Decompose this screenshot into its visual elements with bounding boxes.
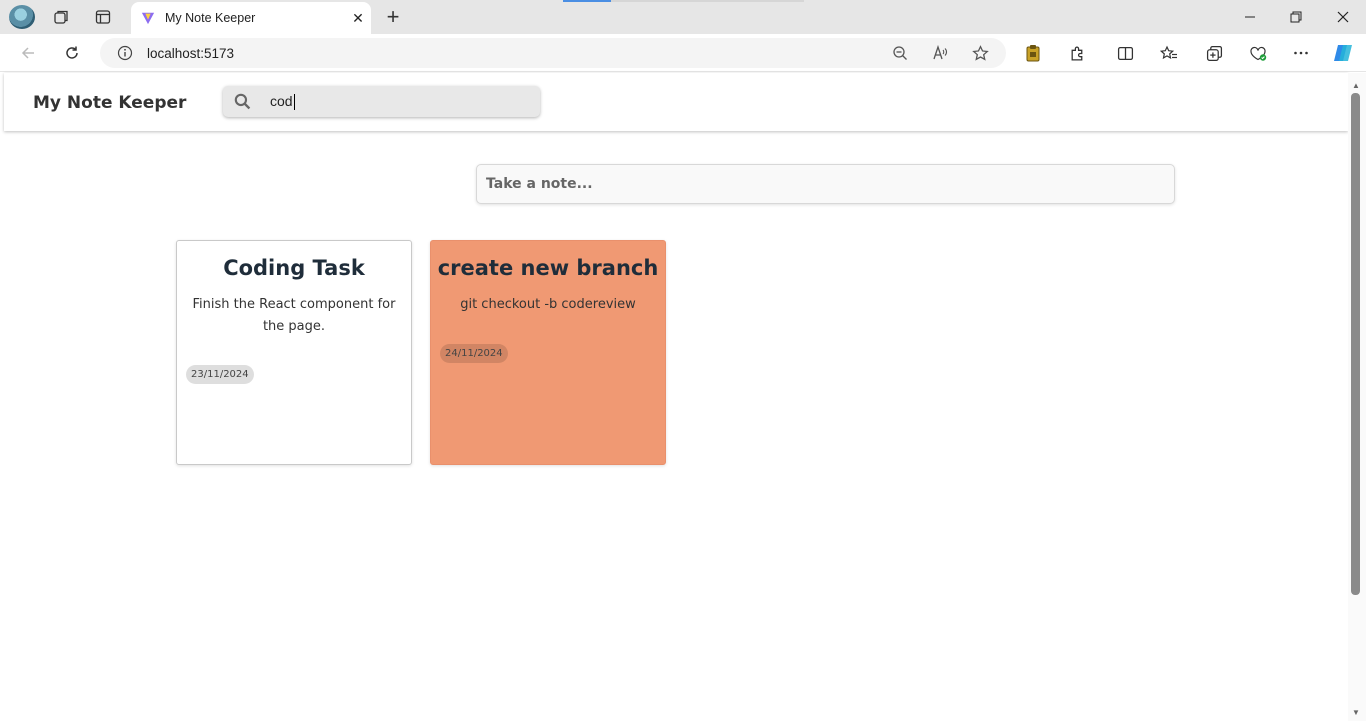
note-body: git checkout -b codereview — [460, 297, 636, 312]
minimize-icon[interactable] — [1227, 0, 1273, 34]
search-icon — [232, 92, 252, 112]
browser-tab-active[interactable]: My Note Keeper ✕ — [131, 2, 371, 34]
favorites-icon[interactable] — [1155, 39, 1183, 67]
read-aloud-icon[interactable] — [926, 39, 954, 67]
url-text[interactable]: localhost:5173 — [147, 46, 886, 61]
scroll-thumb[interactable] — [1351, 93, 1360, 595]
page-scrollbar[interactable]: ▲ ▼ — [1348, 73, 1366, 721]
tab-loading-indicator — [563, 0, 611, 2]
new-tab-icon[interactable]: + — [380, 4, 406, 29]
browser-tab-bar: My Note Keeper ✕ + — [0, 0, 1366, 34]
more-menu-icon[interactable] — [1287, 39, 1315, 67]
refresh-icon[interactable] — [58, 39, 86, 67]
profile-avatar[interactable] — [9, 5, 35, 29]
site-info-icon[interactable] — [116, 44, 134, 62]
tab-actions-icon[interactable] — [90, 5, 116, 29]
zoom-out-icon[interactable] — [886, 39, 914, 67]
workspaces-icon[interactable] — [48, 5, 74, 29]
extensions-icon[interactable] — [1063, 39, 1091, 67]
note-date-badge: 23/11/2024 — [186, 365, 254, 384]
text-caret — [293, 94, 295, 111]
tab-loading-track — [611, 0, 804, 2]
note-body: Finish the React component for the page. — [192, 297, 396, 334]
browser-essentials-icon[interactable] — [1244, 39, 1272, 67]
vite-favicon-icon — [141, 12, 155, 25]
take-note-placeholder: Take a note... — [486, 176, 593, 192]
take-note-input[interactable]: Take a note... — [476, 164, 1175, 204]
back-icon[interactable] — [14, 39, 42, 67]
copilot-icon[interactable] — [1329, 39, 1357, 67]
tab-title: My Note Keeper — [165, 11, 256, 25]
note-title: create new branch — [437, 256, 659, 280]
page-viewport: My Note Keeper cod Take a note... Coding… — [4, 73, 1348, 721]
scroll-down-icon[interactable]: ▼ — [1351, 707, 1361, 717]
close-window-icon[interactable] — [1320, 0, 1366, 34]
address-bar[interactable]: localhost:5173 — [100, 38, 1006, 68]
favorite-star-icon[interactable] — [966, 39, 994, 67]
scroll-up-icon[interactable]: ▲ — [1351, 80, 1361, 90]
note-title: Coding Task — [223, 256, 365, 280]
collections-icon[interactable] — [1200, 39, 1228, 67]
search-value: cod — [270, 92, 293, 109]
tab-close-icon[interactable]: ✕ — [345, 5, 371, 31]
note-date-badge: 24/11/2024 — [440, 344, 508, 363]
restore-icon[interactable] — [1273, 0, 1319, 34]
clipboard-extension-icon[interactable] — [1019, 39, 1047, 67]
search-input[interactable]: cod — [270, 92, 510, 111]
browser-toolbar: localhost:5173 — [0, 34, 1366, 72]
note-card[interactable]: create new branch git checkout -b codere… — [430, 240, 666, 465]
app-title: My Note Keeper — [33, 93, 187, 113]
app-header: My Note Keeper cod — [4, 73, 1348, 131]
search-box[interactable]: cod — [223, 86, 540, 117]
note-card[interactable]: Coding Task Finish the React component f… — [176, 240, 412, 465]
split-screen-icon[interactable] — [1111, 39, 1139, 67]
